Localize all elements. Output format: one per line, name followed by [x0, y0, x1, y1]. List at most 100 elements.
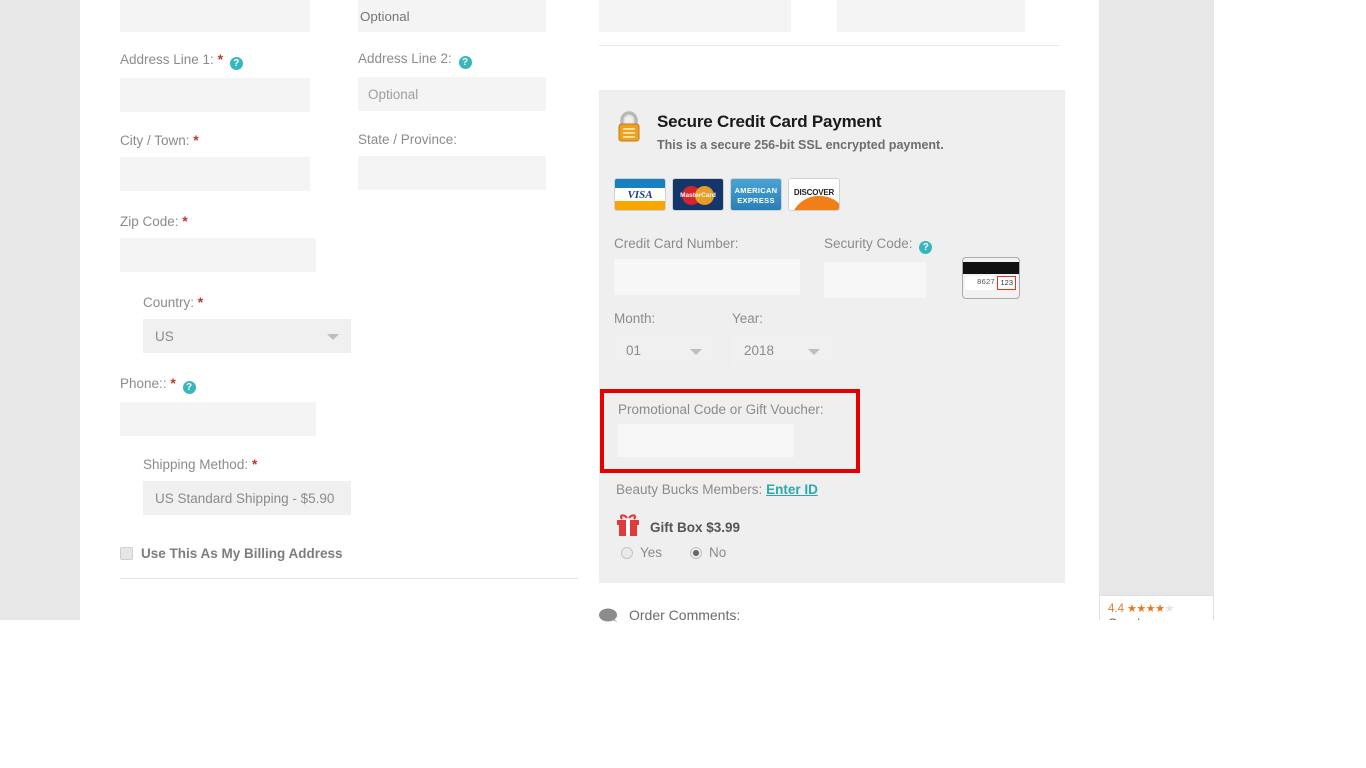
- security-code-label-text: Security Code:: [824, 236, 913, 251]
- google-rating-row: 4.4 ★★★★★: [1108, 602, 1205, 616]
- required-marker: *: [170, 375, 176, 391]
- required-marker: *: [251, 456, 258, 472]
- zip-code-group: Zip Code: *: [120, 213, 316, 272]
- expiry-month-value: 01: [626, 343, 642, 358]
- required-marker: *: [193, 132, 199, 148]
- gift-box-radio-yes[interactable]: [621, 546, 633, 559]
- expiry-year-group: Year: 2018: [732, 311, 832, 367]
- amex-logo: AMERICAN EXPRESS: [730, 178, 782, 211]
- promotional-code-input[interactable]: [618, 424, 794, 457]
- payment-title: Secure Credit Card Payment: [657, 112, 882, 131]
- cvv-location-hint-icon: 8627 123: [962, 257, 1020, 299]
- shipping-method-label: Shipping Method: *: [143, 456, 351, 473]
- address-line-2-input[interactable]: [358, 77, 546, 111]
- state-province-label: State / Province:: [358, 132, 546, 148]
- page-background-right: [1099, 0, 1214, 620]
- address-line-1-label-text: Address Line 1:: [120, 52, 214, 67]
- billing-field-partial-right[interactable]: [837, 0, 1025, 32]
- security-code-input[interactable]: [824, 262, 926, 298]
- gift-box-radio-no[interactable]: [690, 546, 703, 559]
- gift-box-option-yes[interactable]: Yes: [621, 545, 662, 560]
- enter-id-link[interactable]: Enter ID: [766, 482, 818, 497]
- expiry-month-group: Month: 01: [614, 311, 714, 367]
- payment-heading-group: Secure Credit Card Payment This is a sec…: [657, 112, 944, 152]
- amex-logo-text-line1: AMERICAN: [734, 186, 778, 195]
- state-province-label-text: State / Province:: [358, 132, 458, 147]
- secure-payment-panel: Secure Credit Card Payment This is a sec…: [599, 90, 1065, 583]
- address-line-2-label-text: Address Line 2:: [358, 51, 452, 66]
- visa-logo: VISA: [614, 178, 666, 211]
- country-group: Country: * US: [143, 294, 351, 353]
- expiry-year-select[interactable]: 2018: [732, 334, 832, 367]
- city-town-input[interactable]: [120, 157, 310, 191]
- card-number-group: Credit Card Number:: [614, 236, 800, 295]
- country-label: Country: *: [143, 294, 351, 311]
- left-column-divider: [120, 578, 578, 579]
- address-line-1-label: Address Line 1: * ?: [120, 51, 310, 70]
- billing-address-checkbox-row[interactable]: Use This As My Billing Address: [120, 546, 343, 561]
- zip-code-input[interactable]: [120, 238, 316, 272]
- state-province-input[interactable]: [358, 156, 546, 190]
- expiry-year-label: Year:: [732, 311, 764, 326]
- address-field-partial-left[interactable]: [120, 0, 310, 32]
- amex-logo-text-line2: EXPRESS: [737, 196, 775, 205]
- zip-code-label-text: Zip Code:: [120, 214, 179, 229]
- city-town-group: City / Town: *: [120, 132, 310, 191]
- shipping-address-form: Address Line 1: * ? Address Line 2: ? Ci…: [0, 0, 580, 620]
- comment-bubble-icon: [599, 608, 619, 623]
- google-rating-star-partial: ★: [1164, 603, 1174, 615]
- google-rating-value: 4.4: [1108, 602, 1124, 615]
- help-icon[interactable]: ?: [182, 381, 196, 394]
- google-widget-label: Google: [1108, 616, 1205, 620]
- beauty-bucks-text: Beauty Bucks Members:: [616, 482, 763, 497]
- state-province-group: State / Province:: [358, 132, 546, 190]
- zip-code-label: Zip Code: *: [120, 213, 316, 230]
- google-rating-stars: ★★★★★: [1127, 602, 1174, 615]
- city-town-label-text: City / Town:: [120, 133, 190, 148]
- phone-input[interactable]: [120, 402, 316, 436]
- phone-group: Phone:: * ?: [120, 375, 316, 436]
- help-icon[interactable]: ?: [229, 57, 243, 70]
- chevron-down-icon: [327, 334, 339, 340]
- promotional-code-label: Promotional Code or Gift Voucher:: [618, 402, 824, 417]
- gift-box-option-no[interactable]: No: [690, 545, 726, 560]
- billing-address-checkbox[interactable]: [120, 547, 133, 560]
- address-line-2-label: Address Line 2: ?: [358, 51, 546, 69]
- required-marker: *: [217, 51, 224, 67]
- billing-field-partial-left[interactable]: [599, 0, 791, 32]
- order-comments-label: Order Comments:: [629, 607, 741, 623]
- shipping-method-selected-value: US Standard Shipping - $5.90: [155, 490, 335, 506]
- expiry-year-value: 2018: [744, 343, 775, 358]
- city-town-label: City / Town: *: [120, 132, 310, 149]
- padlock-icon: [614, 110, 644, 144]
- shipping-method-select[interactable]: US Standard Shipping - $5.90: [143, 481, 351, 515]
- gift-box-radio-yes-label: Yes: [640, 545, 663, 560]
- gift-box-radio-group: Yes No: [621, 545, 726, 560]
- expiry-month-label: Month:: [614, 311, 656, 326]
- country-select[interactable]: US: [143, 319, 351, 353]
- beauty-bucks-row: Beauty Bucks Members: Enter ID: [616, 482, 818, 497]
- gift-box-label: Gift Box $3.99: [650, 520, 741, 535]
- help-icon[interactable]: ?: [919, 241, 933, 254]
- billing-address-checkbox-label: Use This As My Billing Address: [141, 546, 343, 561]
- expiry-month-select[interactable]: 01: [614, 334, 714, 367]
- discover-logo: DISCOVER: [788, 178, 840, 211]
- address-field-partial-right[interactable]: [358, 0, 546, 32]
- security-code-label: Security Code: ?: [824, 236, 933, 254]
- credit-card-number-input[interactable]: [614, 259, 800, 295]
- address-line-1-group: Address Line 1: * ?: [120, 51, 310, 112]
- shipping-method-label-text: Shipping Method:: [143, 457, 249, 472]
- country-selected-value: US: [155, 328, 174, 344]
- google-rating-stars-full: ★★★★: [1127, 603, 1165, 615]
- shipping-method-group: Shipping Method: * US Standard Shipping …: [143, 456, 351, 515]
- mastercard-logo-text: MasterCard: [680, 192, 716, 199]
- help-icon[interactable]: ?: [458, 56, 472, 69]
- gift-box-icon: [615, 513, 641, 539]
- chevron-down-icon: [690, 348, 702, 355]
- google-rating-widget[interactable]: 4.4 ★★★★★ Google: [1099, 595, 1214, 620]
- chevron-down-icon: [808, 348, 820, 355]
- mastercard-logo: MasterCard: [672, 178, 724, 211]
- gift-box-radio-no-label: No: [709, 545, 727, 560]
- promotional-code-highlight-box: Promotional Code or Gift Voucher:: [600, 389, 860, 473]
- address-line-1-input[interactable]: [120, 78, 310, 112]
